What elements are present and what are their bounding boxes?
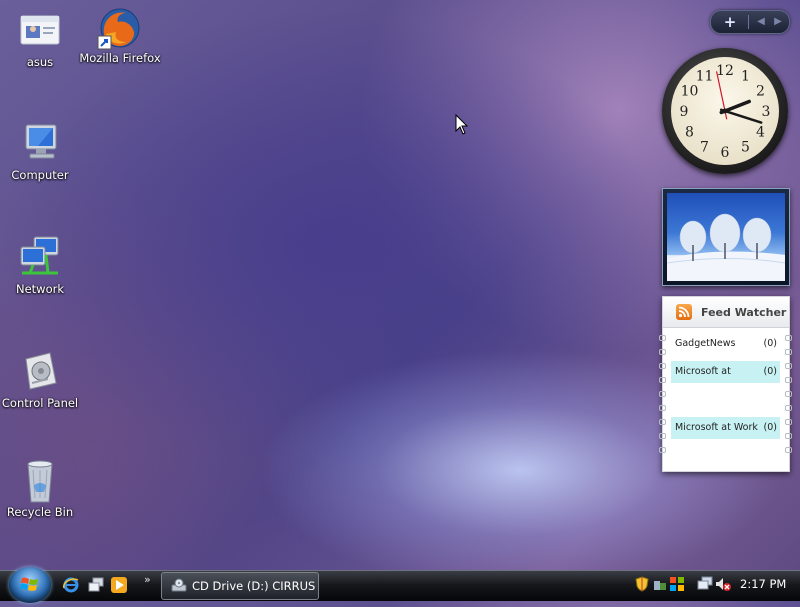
- feed-item-microsoft-at-work[interactable]: Microsoft at Work (0): [671, 417, 780, 439]
- feed-watcher-gadget[interactable]: Feed Watcher GadgetNews (0) Microsoft at…: [659, 296, 792, 472]
- feed-name: GadgetNews: [675, 338, 736, 349]
- clock-center-pin: [722, 108, 728, 114]
- clock-numeral: 12: [716, 63, 734, 79]
- clock-numeral: 2: [756, 84, 765, 100]
- notepad-ring: [785, 405, 792, 411]
- notepad-ring: [785, 335, 792, 341]
- desktop-icon-recycle-bin[interactable]: Recycle Bin: [0, 458, 83, 519]
- notepad-ring: [659, 377, 666, 383]
- notepad-ring: [659, 405, 666, 411]
- windows-defender-icon[interactable]: [652, 576, 668, 592]
- desktop-icon-label: Recycle Bin: [6, 505, 74, 519]
- switch-windows-icon[interactable]: [87, 576, 105, 594]
- notepad-ring: [785, 419, 792, 425]
- desktop-icon-label: Mozilla Firefox: [79, 51, 161, 65]
- desktop-icon-asus[interactable]: asus: [0, 8, 83, 69]
- feed-name: Microsoft at: [675, 366, 731, 377]
- control-panel-icon: [18, 349, 62, 393]
- previous-page-button[interactable]: ◀: [753, 12, 769, 32]
- feed-count: (0): [763, 366, 777, 377]
- clock-numeral: 9: [680, 104, 689, 120]
- clock-numeral: 1: [741, 68, 750, 84]
- network-icon: [18, 235, 62, 279]
- user-folder-icon: [18, 8, 62, 52]
- clock-gadget[interactable]: 12 1 2 3 4 5 6 7 8 9 10 11: [662, 48, 788, 174]
- security-shield-icon[interactable]: [634, 576, 650, 592]
- notepad-ring: [785, 447, 792, 453]
- rss-icon: [676, 304, 692, 320]
- notepad-ring: [785, 363, 792, 369]
- notepad-ring: [785, 391, 792, 397]
- notepad-ring: [659, 363, 666, 369]
- taskbar-button-cd-drive[interactable]: CD Drive (D:) CIRRUS: [161, 572, 319, 600]
- computer-icon: [18, 121, 62, 165]
- notepad-ring: [659, 419, 666, 425]
- winter-trees-photo: [667, 193, 785, 281]
- desktop-icon-label: asus: [26, 55, 54, 69]
- taskbar-button-label: CD Drive (D:) CIRRUS: [192, 579, 316, 593]
- desktop-icon-label: Control Panel: [1, 396, 79, 410]
- desktop-icon-label: Computer: [11, 168, 69, 182]
- clock-numeral: 5: [741, 140, 750, 156]
- next-page-button[interactable]: ▶: [770, 12, 786, 32]
- feed-item-gadgetnews[interactable]: GadgetNews (0): [671, 333, 780, 355]
- feed-name: Microsoft at Work: [675, 422, 758, 433]
- feed-watcher-header: Feed Watcher: [663, 297, 789, 328]
- clock-numeral: 11: [696, 68, 714, 84]
- notepad-ring: [659, 391, 666, 397]
- feed-item-microsoft-at[interactable]: Microsoft at (0): [671, 361, 780, 383]
- feed-item-empty[interactable]: [671, 389, 780, 411]
- clock-numeral: 3: [762, 104, 771, 120]
- notepad-ring: [659, 433, 666, 439]
- notepad-ring: [659, 335, 666, 341]
- clock-numeral: 6: [721, 145, 730, 161]
- feed-watcher-title: Feed Watcher: [701, 306, 787, 319]
- divider: [748, 15, 749, 29]
- feed-count: (0): [763, 422, 777, 433]
- notepad-ring: [659, 447, 666, 453]
- add-gadget-button[interactable]: +: [717, 12, 743, 32]
- quick-launch-more-button[interactable]: »: [144, 573, 151, 586]
- notepad-ring: [659, 349, 666, 355]
- internet-explorer-icon[interactable]: [62, 576, 80, 594]
- notepad-ring: [785, 349, 792, 355]
- windows-update-icon[interactable]: [669, 576, 685, 592]
- taskbar-clock[interactable]: 2:17 PM: [740, 577, 786, 591]
- notepad-ring: [785, 433, 792, 439]
- cd-drive-icon: [171, 578, 187, 592]
- network-status-icon[interactable]: [697, 576, 713, 592]
- volume-muted-icon[interactable]: [715, 576, 731, 592]
- clock-numeral: 8: [685, 125, 694, 141]
- notepad-ring: [785, 377, 792, 383]
- slideshow-gadget[interactable]: [662, 188, 790, 286]
- desktop-icon-firefox[interactable]: Mozilla Firefox: [77, 4, 163, 65]
- windows-logo-icon: [20, 577, 38, 591]
- feed-count: (0): [763, 338, 777, 349]
- desktop-icon-control-panel[interactable]: Control Panel: [0, 349, 83, 410]
- clock-numeral: 7: [700, 140, 709, 156]
- clock-numeral: 4: [756, 125, 765, 141]
- desktop-icon-computer[interactable]: Computer: [0, 121, 83, 182]
- desktop-icon-label: Network: [15, 282, 65, 296]
- mouse-cursor-icon: [455, 114, 469, 135]
- clock-face: 12 1 2 3 4 5 6 7 8 9 10 11: [671, 57, 779, 165]
- firefox-icon: [97, 4, 142, 50]
- sidebar-controls: + ◀ ▶: [710, 10, 790, 34]
- desktop-icon-network[interactable]: Network: [0, 235, 83, 296]
- media-player-icon[interactable]: [110, 576, 128, 594]
- start-button[interactable]: [9, 567, 51, 603]
- recycle-bin-icon: [18, 458, 62, 503]
- clock-numeral: 10: [681, 84, 699, 100]
